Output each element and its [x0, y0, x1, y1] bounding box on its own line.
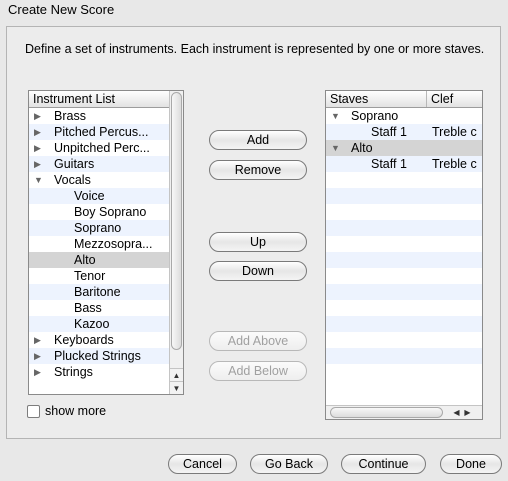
instrument-label: Voice: [74, 189, 105, 203]
instrument-label: Vocals: [54, 173, 91, 187]
instrument-list-rows: ▶ Brass ▶ Pitched Percus... ▶ Unpitched Perc.…: [29, 108, 170, 380]
instructions-text: Define a set of instruments. Each instru…: [25, 42, 485, 56]
instrument-label: Soprano: [74, 221, 122, 235]
show-more-checkbox[interactable]: [27, 404, 40, 418]
instrument-label: Pitched Percus...: [54, 125, 149, 139]
staff-label: Alto: [351, 141, 373, 155]
staff-label: Staff 1: [371, 157, 407, 171]
empty-row: [326, 268, 482, 284]
instrument-label: Guitars: [54, 157, 95, 171]
empty-row: [326, 332, 482, 348]
up-button[interactable]: Up: [209, 232, 307, 252]
staves-list-rows: ▼ Soprano Staff 1 Treble c ▼ Alto Staff 1 Trebl…: [326, 108, 482, 364]
instrument-list-item[interactable]: ▶ Guitars: [29, 156, 170, 172]
instrument-list-item[interactable]: Soprano: [29, 220, 170, 236]
disclosure-triangle-right-icon[interactable]: ▶: [34, 108, 44, 124]
staff-label: Staff 1: [371, 125, 407, 139]
scroll-left-arrow-icon[interactable]: ◀: [451, 406, 462, 419]
instrument-list-scrollbar[interactable]: ▲ ▼: [169, 91, 183, 394]
staves-column-header[interactable]: Staves: [326, 91, 427, 107]
empty-row: [326, 204, 482, 220]
instrument-list-item[interactable]: Alto: [29, 252, 170, 268]
empty-row: [326, 188, 482, 204]
empty-row: [326, 252, 482, 268]
instrument-label: Mezzosopra...: [74, 237, 153, 251]
window-title: Create New Score: [8, 2, 115, 17]
clef-column-header[interactable]: Clef: [427, 91, 482, 107]
empty-row: [326, 172, 482, 188]
remove-button[interactable]: Remove: [209, 160, 307, 180]
clef-value: Treble c: [432, 157, 477, 171]
empty-row: [326, 220, 482, 236]
instrument-label: Boy Soprano: [74, 205, 147, 219]
instrument-list-item[interactable]: Mezzosopra...: [29, 236, 170, 252]
instrument-label: Strings: [54, 365, 93, 379]
disclosure-triangle-right-icon[interactable]: ▶: [34, 348, 44, 364]
instrument-list-header[interactable]: Instrument List: [29, 91, 170, 108]
done-button[interactable]: Done: [440, 454, 502, 474]
staves-horizontal-scrollbar[interactable]: ◀ ▶: [326, 405, 482, 419]
instrument-list[interactable]: Instrument List ▶ Brass ▶ Pitched Percus...…: [28, 90, 184, 395]
down-button[interactable]: Down: [209, 261, 307, 281]
instrument-list-item[interactable]: Voice: [29, 188, 170, 204]
instrument-label: Kazoo: [74, 317, 110, 331]
empty-row: [326, 316, 482, 332]
scroll-right-arrow-icon[interactable]: ▶: [462, 406, 473, 419]
show-more-label[interactable]: show more: [45, 404, 106, 418]
staves-list-header[interactable]: Staves Clef: [326, 91, 482, 108]
disclosure-triangle-right-icon[interactable]: ▶: [34, 140, 44, 156]
main-panel: Define a set of instruments. Each instru…: [6, 26, 501, 439]
empty-row: [326, 348, 482, 364]
instrument-list-item[interactable]: Bass: [29, 300, 170, 316]
instrument-label: Bass: [74, 301, 102, 315]
staff-label: Soprano: [351, 109, 399, 123]
cancel-button[interactable]: Cancel: [168, 454, 237, 474]
disclosure-triangle-down-icon[interactable]: ▼: [331, 108, 341, 124]
clef-value: Treble c: [432, 125, 477, 139]
show-more-checkbox-row[interactable]: show more: [27, 404, 106, 418]
instrument-list-item[interactable]: ▶ Brass: [29, 108, 170, 124]
instrument-label: Keyboards: [54, 333, 114, 347]
disclosure-triangle-right-icon[interactable]: ▶: [34, 124, 44, 140]
add-button[interactable]: Add: [209, 130, 307, 150]
instrument-list-item[interactable]: ▶ Unpitched Perc...: [29, 140, 170, 156]
instrument-list-item[interactable]: Kazoo: [29, 316, 170, 332]
disclosure-triangle-down-icon[interactable]: ▼: [331, 140, 341, 156]
empty-row: [326, 236, 482, 252]
instrument-list-item[interactable]: ▶ Keyboards: [29, 332, 170, 348]
disclosure-triangle-right-icon[interactable]: ▶: [34, 332, 44, 348]
staves-list-item[interactable]: ▼ Alto: [326, 140, 482, 156]
empty-row: [326, 300, 482, 316]
go-back-button[interactable]: Go Back: [250, 454, 328, 474]
add-above-button[interactable]: Add Above: [209, 331, 307, 351]
continue-button[interactable]: Continue: [341, 454, 426, 474]
disclosure-triangle-right-icon[interactable]: ▶: [34, 364, 44, 380]
instrument-list-scroll-thumb[interactable]: [171, 92, 182, 350]
staves-scroll-thumb[interactable]: [330, 407, 443, 418]
staves-list-item[interactable]: Staff 1 Treble c: [326, 124, 482, 140]
instrument-list-column-header[interactable]: Instrument List: [29, 91, 170, 107]
instrument-list-item[interactable]: ▶ Plucked Strings: [29, 348, 170, 364]
instrument-list-item[interactable]: Baritone: [29, 284, 170, 300]
scroll-up-arrow-icon[interactable]: ▲: [170, 368, 183, 381]
staves-list-item[interactable]: ▼ Soprano: [326, 108, 482, 124]
instrument-list-item[interactable]: Tenor: [29, 268, 170, 284]
instrument-list-item[interactable]: Boy Soprano: [29, 204, 170, 220]
staves-list[interactable]: Staves Clef ▼ Soprano Staff 1 Treble c ▼ Alto…: [325, 90, 483, 420]
instrument-list-item[interactable]: ▼ Vocals: [29, 172, 170, 188]
disclosure-triangle-down-icon[interactable]: ▼: [34, 172, 44, 188]
instrument-label: Unpitched Perc...: [54, 141, 150, 155]
instrument-list-item[interactable]: ▶ Strings: [29, 364, 170, 380]
staves-list-item[interactable]: Staff 1 Treble c: [326, 156, 482, 172]
disclosure-triangle-right-icon[interactable]: ▶: [34, 156, 44, 172]
instrument-label: Baritone: [74, 285, 121, 299]
empty-row: [326, 284, 482, 300]
instrument-label: Brass: [54, 109, 86, 123]
instrument-label: Alto: [74, 253, 96, 267]
instrument-list-item[interactable]: ▶ Pitched Percus...: [29, 124, 170, 140]
scroll-down-arrow-icon[interactable]: ▼: [170, 381, 183, 394]
instrument-label: Plucked Strings: [54, 349, 141, 363]
add-below-button[interactable]: Add Below: [209, 361, 307, 381]
instrument-label: Tenor: [74, 269, 106, 283]
